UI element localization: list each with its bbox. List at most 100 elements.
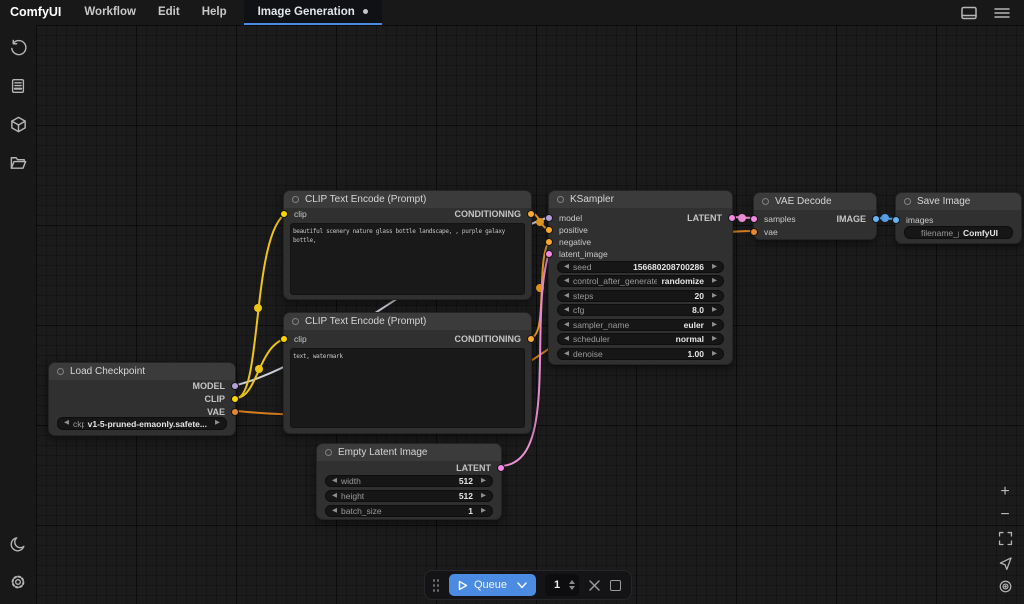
- node-empty-latent-image[interactable]: Empty Latent Image LATENT ◀width512▶ ◀he…: [316, 443, 502, 520]
- clear-queue-icon[interactable]: [588, 579, 601, 592]
- workflows-folder-icon[interactable]: [8, 152, 28, 172]
- node-title-bar[interactable]: CLIP Text Encode (Prompt): [284, 191, 531, 208]
- node-title-bar[interactable]: CLIP Text Encode (Prompt): [284, 313, 531, 330]
- collapse-icon[interactable]: [904, 198, 911, 205]
- output-label-latent: LATENT: [456, 463, 491, 473]
- prompt-textarea[interactable]: text, watermark: [290, 348, 525, 428]
- tab-label: Image Generation: [258, 6, 355, 18]
- drag-handle[interactable]: [432, 578, 440, 593]
- widget-scheduler[interactable]: ◀schedulernormal▶: [557, 333, 724, 345]
- next-arrow-icon[interactable]: ▶: [215, 420, 220, 427]
- prompt-textarea[interactable]: beautiful scenery nature glass bottle la…: [290, 223, 525, 295]
- node-title-bar[interactable]: VAE Decode: [754, 193, 876, 210]
- output-port-image[interactable]: [872, 215, 880, 223]
- input-port-latent-image[interactable]: [545, 250, 553, 258]
- widget-value: v1-5-pruned-emaonly.safete...: [88, 419, 207, 429]
- input-port-positive[interactable]: [545, 226, 553, 234]
- chevron-down-icon[interactable]: [517, 582, 527, 589]
- input-label-vae: vae: [764, 227, 778, 237]
- menu-edit[interactable]: Edit: [147, 0, 191, 25]
- input-port-negative[interactable]: [545, 238, 553, 246]
- node-title-bar[interactable]: Save Image: [896, 193, 1021, 210]
- queue-icon[interactable]: [8, 76, 28, 96]
- input-port-clip[interactable]: [280, 210, 288, 218]
- widget-width[interactable]: ◀width512▶: [325, 475, 493, 487]
- input-port-samples[interactable]: [750, 215, 758, 223]
- queue-controls: Queue 1: [424, 570, 632, 600]
- output-port-conditioning[interactable]: [527, 210, 535, 218]
- widget-height[interactable]: ◀height512▶: [325, 490, 493, 502]
- output-port-latent[interactable]: [728, 214, 736, 222]
- tab-image-generation[interactable]: Image Generation: [244, 0, 382, 25]
- output-port-conditioning[interactable]: [527, 335, 535, 343]
- widget-filename-prefix[interactable]: filename_prefix ComfyUI: [904, 226, 1013, 239]
- batch-count-value: 1: [554, 579, 569, 591]
- settings-gear-icon[interactable]: [8, 572, 28, 592]
- history-icon[interactable]: [8, 38, 28, 58]
- menu-help[interactable]: Help: [191, 0, 238, 25]
- menu-workflow[interactable]: Workflow: [73, 0, 147, 25]
- widget-batch-size[interactable]: ◀batch_size1▶: [325, 505, 493, 517]
- collapse-icon[interactable]: [292, 318, 299, 325]
- node-library-icon[interactable]: [8, 114, 28, 134]
- widget-steps[interactable]: ◀steps20▶: [557, 290, 724, 302]
- zoom-in-icon[interactable]: +: [1000, 484, 1009, 499]
- queue-button[interactable]: Queue: [449, 574, 536, 596]
- widget-seed[interactable]: ◀seed156680208700286▶: [557, 261, 724, 273]
- input-port-clip[interactable]: [280, 335, 288, 343]
- node-title: CLIP Text Encode (Prompt): [305, 194, 426, 205]
- output-port-model[interactable]: [231, 382, 239, 390]
- node-clip-text-encode-positive[interactable]: CLIP Text Encode (Prompt) clip CONDITION…: [283, 190, 532, 300]
- node-ksampler[interactable]: KSampler model positive negative latent_…: [548, 190, 733, 365]
- node-clip-text-encode-negative[interactable]: CLIP Text Encode (Prompt) clip CONDITION…: [283, 312, 532, 434]
- fit-view-icon[interactable]: [997, 530, 1014, 547]
- output-port-clip[interactable]: [231, 395, 239, 403]
- prev-arrow-icon[interactable]: ◀: [64, 420, 69, 427]
- node-title-bar[interactable]: KSampler: [549, 191, 732, 208]
- widget-value: ComfyUI: [963, 228, 998, 238]
- toggle-link-visibility-eye-icon[interactable]: [997, 580, 1014, 593]
- increment-icon[interactable]: [569, 580, 575, 584]
- input-label-clip: clip: [294, 334, 307, 344]
- output-label-conditioning: CONDITIONING: [455, 209, 522, 219]
- collapse-icon[interactable]: [292, 196, 299, 203]
- widget-label: filename_prefix: [921, 228, 959, 238]
- input-port-vae[interactable]: [750, 228, 758, 236]
- widget-ckpt-name[interactable]: ◀ ckpt_name v1-5-pruned-emaonly.safete..…: [57, 417, 227, 430]
- node-title: Save Image: [917, 196, 970, 207]
- widget-control-after-generate[interactable]: ◀control_after_generaterandomize▶: [557, 275, 724, 287]
- input-label-negative: negative: [559, 237, 591, 247]
- select-cursor-icon[interactable]: [997, 555, 1014, 572]
- decrement-icon[interactable]: [569, 586, 575, 590]
- bottom-panel-icon[interactable]: [960, 5, 978, 21]
- theme-moon-icon[interactable]: [8, 534, 28, 554]
- node-title: VAE Decode: [775, 196, 832, 207]
- batch-count-stepper[interactable]: [569, 580, 575, 590]
- widget-sampler-name[interactable]: ◀sampler_nameeuler▶: [557, 319, 724, 331]
- output-port-vae[interactable]: [231, 408, 239, 416]
- zoom-out-icon[interactable]: −: [1000, 507, 1009, 522]
- node-title-bar[interactable]: Empty Latent Image: [317, 444, 501, 461]
- input-port-images[interactable]: [892, 216, 900, 224]
- collapse-icon[interactable]: [557, 196, 564, 203]
- hamburger-menu-icon[interactable]: [994, 6, 1010, 20]
- node-title-bar[interactable]: Load Checkpoint: [49, 363, 235, 380]
- input-label-latent-image: latent_image: [559, 249, 608, 259]
- sidebar: [0, 25, 36, 604]
- queue-button-label: Queue: [474, 579, 507, 591]
- input-label-positive: positive: [559, 225, 588, 235]
- node-save-image[interactable]: Save Image images filename_prefix ComfyU…: [895, 192, 1022, 244]
- node-vae-decode[interactable]: VAE Decode samples vae IMAGE: [753, 192, 877, 240]
- input-port-model[interactable]: [545, 214, 553, 222]
- collapse-icon[interactable]: [762, 198, 769, 205]
- collapse-icon[interactable]: [57, 368, 64, 375]
- node-load-checkpoint[interactable]: Load Checkpoint MODEL CLIP VAE ◀ ckpt_na…: [48, 362, 236, 436]
- stop-icon[interactable]: [610, 580, 621, 591]
- comfyui-logo[interactable]: ComfyUI: [0, 0, 73, 25]
- output-port-latent[interactable]: [497, 464, 505, 472]
- widget-cfg[interactable]: ◀cfg8.0▶: [557, 304, 724, 316]
- batch-count-input[interactable]: 1: [545, 574, 579, 596]
- output-label-clip: CLIP: [204, 394, 225, 404]
- widget-denoise[interactable]: ◀denoise1.00▶: [557, 348, 724, 360]
- collapse-icon[interactable]: [325, 449, 332, 456]
